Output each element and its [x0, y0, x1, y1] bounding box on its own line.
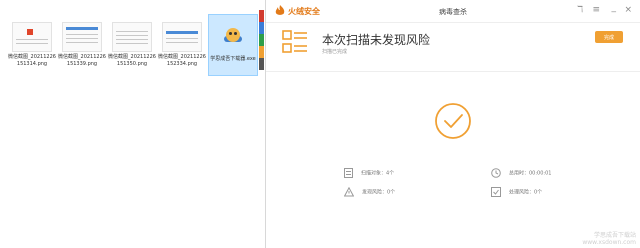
clock-icon [491, 168, 501, 178]
risks-handled-text: 处理风险：0个 [509, 189, 543, 196]
scan-summary-header: 本次扫描未发现风险 扫描已完成 完成 [266, 23, 640, 72]
file-name: 微信截图_20211226152334.png [158, 54, 206, 67]
complete-button[interactable]: 完成 [595, 31, 623, 43]
file-name: 学思成吾下载器.exe [210, 56, 256, 62]
file-item[interactable]: 微信截图_20211226152334.png [158, 22, 206, 68]
risks-found-stat: 发现风险：0个 [343, 186, 396, 198]
close-icon[interactable]: × [624, 5, 632, 15]
scan-status: 扫描已完成 [322, 49, 348, 55]
risks-found-text: 发现风险：0个 [362, 189, 396, 196]
watermark-line-1: 学思成吾下载站 [593, 232, 636, 239]
file-name: 微信截图_20211226151314.png [8, 54, 56, 67]
risks-handled-stat: 处理风险：0个 [491, 187, 542, 198]
scan-objects-text: 扫描对象：4个 [361, 170, 395, 177]
window-title: 病毒查杀 [439, 8, 467, 16]
watermark: 学思成吾下载站 www.xsdown.com [582, 232, 636, 246]
skin-icon[interactable]: ℸ [577, 5, 583, 15]
file-name: 微信截图_20211226151350.png [108, 54, 156, 67]
app-icon [222, 24, 244, 46]
file-explorer: 微信截图_20211226151314.png 微信截图_20211226151… [0, 0, 265, 248]
file-item-selected[interactable]: 学思成吾下载器.exe [208, 14, 258, 76]
title-bar: 火绒安全 病毒查杀 ℸ ≡ _ × [266, 0, 640, 23]
app-thumbnail [213, 24, 253, 54]
image-thumbnail [112, 22, 152, 52]
checkbox-icon [491, 187, 501, 197]
duration-text: 总用时：00:00:01 [509, 170, 552, 177]
file-item[interactable]: 微信截图_20211226151350.png [108, 22, 156, 68]
watermark-line-2: www.xsdown.com [582, 239, 636, 246]
duration-stat: 总用时：00:00:01 [491, 168, 551, 179]
file-item[interactable]: 微信截图_20211226151339.png [58, 22, 106, 68]
document-icon [344, 168, 353, 178]
scan-result-title: 本次扫描未发现风险 [322, 33, 431, 47]
minimize-icon[interactable]: _ [612, 3, 617, 13]
file-name: 微信截图_20211226151339.png [58, 54, 106, 67]
report-list-icon [282, 30, 307, 53]
image-thumbnail [62, 22, 102, 52]
menu-icon[interactable]: ≡ [592, 5, 600, 15]
check-circle-icon [435, 103, 471, 139]
antivirus-window: 火绒安全 病毒查杀 ℸ ≡ _ × 本次扫描未发现风险 扫描已完成 完成 扫描对… [265, 0, 640, 248]
window-edge-decoration [259, 10, 264, 70]
image-thumbnail [162, 22, 202, 52]
file-item[interactable]: 微信截图_20211226151314.png [8, 22, 56, 68]
image-thumbnail [12, 22, 52, 52]
scan-objects-stat: 扫描对象：4个 [344, 168, 394, 179]
warning-icon [343, 186, 355, 197]
